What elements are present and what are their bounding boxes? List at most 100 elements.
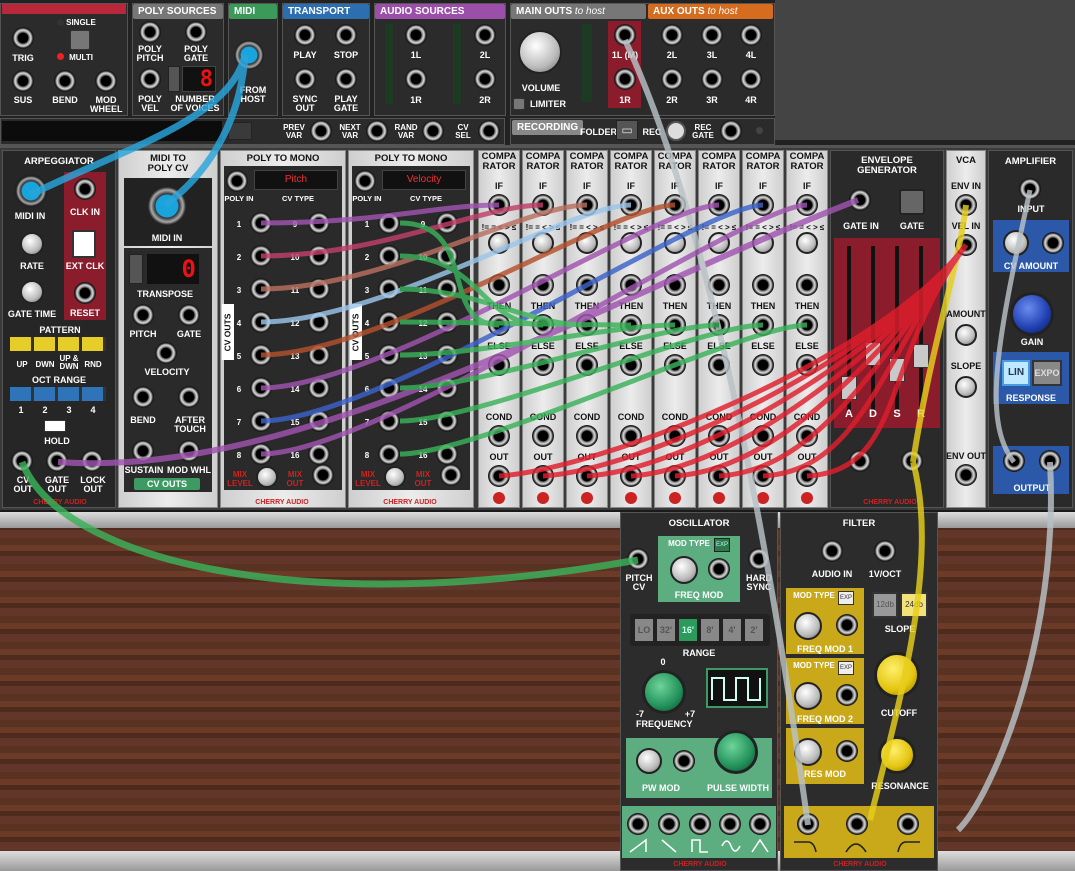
ext-clk-switch[interactable] [72, 230, 96, 258]
comp-out-jack[interactable] [532, 465, 554, 487]
comp-op-knob[interactable] [664, 232, 686, 254]
p2m-channel-jack[interactable] [250, 245, 272, 267]
vca-env-out-jack[interactable] [955, 464, 977, 486]
p2m-channel-jack[interactable] [436, 443, 458, 465]
p2m-channel-jack[interactable] [378, 311, 400, 333]
lin-button[interactable]: LIN [1002, 360, 1030, 386]
oct-range-buttons[interactable] [10, 387, 106, 401]
vca-vel-in-jack[interactable] [955, 234, 977, 256]
p2m-channel-jack[interactable] [378, 344, 400, 366]
comp-else-jack[interactable] [708, 354, 730, 376]
comp-cond-jack[interactable] [796, 425, 818, 447]
osc-rsaw-out-jack[interactable] [658, 813, 680, 835]
sync-out-jack[interactable] [294, 68, 316, 90]
decay-slider-handle[interactable] [865, 342, 881, 366]
comp-if-jack[interactable] [620, 194, 642, 216]
trig-jack[interactable] [12, 27, 34, 49]
p2m-channel-jack[interactable] [436, 344, 458, 366]
comp-op-knob[interactable] [532, 232, 554, 254]
p2m-channel-jack[interactable] [250, 311, 272, 333]
amp-output-r-jack[interactable] [1039, 450, 1061, 472]
arp-gate-out-jack[interactable] [46, 450, 68, 472]
p2m-channel-jack[interactable] [378, 278, 400, 300]
comp-b-jack[interactable] [620, 274, 642, 296]
comp-then-jack[interactable] [620, 314, 642, 336]
gate-time-knob[interactable] [20, 280, 44, 304]
p2m-channel-jack[interactable] [308, 344, 330, 366]
comp-out-jack[interactable] [488, 465, 510, 487]
env-gate-button[interactable] [899, 189, 925, 215]
audio-1l-jack[interactable] [405, 24, 427, 46]
pw-mod-jack[interactable] [673, 750, 695, 772]
p2m-channel-jack[interactable] [250, 212, 272, 234]
m2p-sustain-jack[interactable] [132, 440, 154, 462]
p2m-channel-jack[interactable] [378, 443, 400, 465]
comp-if-jack[interactable] [488, 194, 510, 216]
poly-gate-jack[interactable] [185, 21, 207, 43]
comp-then-jack[interactable] [488, 314, 510, 336]
comp-out-jack[interactable] [752, 465, 774, 487]
comp-b-jack[interactable] [576, 274, 598, 296]
p2m-mix-level-knob[interactable] [256, 466, 278, 488]
comp-cond-jack[interactable] [532, 425, 554, 447]
pw-mod-knob[interactable] [636, 748, 662, 774]
range-button[interactable]: LO [634, 618, 654, 642]
comp-b-jack[interactable] [752, 274, 774, 296]
comp-b-jack[interactable] [664, 274, 686, 296]
gain-knob[interactable] [1010, 292, 1054, 336]
p2m-channel-jack[interactable] [250, 344, 272, 366]
freq-mod1-exp-button[interactable]: EXP [838, 591, 854, 605]
vca-slope-knob[interactable] [955, 376, 977, 398]
freq-mod2-exp-button[interactable]: EXP [838, 661, 854, 675]
m2p-velocity-jack[interactable] [155, 342, 177, 364]
slope-12db-button[interactable]: 12db [872, 592, 898, 618]
p2m-channel-jack[interactable] [250, 410, 272, 432]
m2p-pitch-jack[interactable] [132, 304, 154, 326]
p2m-channel-jack[interactable] [308, 245, 330, 267]
comp-else-jack[interactable] [576, 354, 598, 376]
osc-tri-out-jack[interactable] [749, 813, 771, 835]
p2m-channel-jack[interactable] [436, 245, 458, 267]
comp-cond-jack[interactable] [708, 425, 730, 447]
comp-cond-jack[interactable] [620, 425, 642, 447]
comp-else-jack[interactable] [796, 354, 818, 376]
poly-vel-jack[interactable] [139, 68, 161, 90]
p2m-channel-jack[interactable] [378, 245, 400, 267]
sus-jack[interactable] [12, 70, 34, 92]
single-multi-button[interactable] [70, 30, 90, 50]
comp-else-jack[interactable] [620, 354, 642, 376]
resonance-knob[interactable] [878, 736, 916, 774]
osc-hard-sync-jack[interactable] [748, 548, 770, 570]
range-button[interactable]: 8' [700, 618, 720, 642]
env-inv-out-jack[interactable] [849, 450, 871, 472]
mod-wheel-jack[interactable] [95, 70, 117, 92]
res-mod-knob[interactable] [794, 738, 822, 766]
osc-pitch-cv-jack[interactable] [627, 548, 649, 570]
p2m-channel-jack[interactable] [308, 278, 330, 300]
next-var-jack[interactable] [366, 120, 388, 142]
aux-2r-jack[interactable] [661, 68, 683, 90]
m2p-bend-jack[interactable] [132, 386, 154, 408]
comp-b-jack[interactable] [488, 274, 510, 296]
osc-saw-out-jack[interactable] [627, 813, 649, 835]
pulse-width-knob[interactable] [714, 730, 758, 774]
release-slider[interactable] [912, 246, 930, 410]
comp-if-jack[interactable] [708, 194, 730, 216]
freq-mod2-knob[interactable] [794, 682, 822, 710]
comp-if-jack[interactable] [664, 194, 686, 216]
clk-in-jack[interactable] [74, 178, 96, 200]
comp-op-knob[interactable] [488, 232, 510, 254]
comp-then-jack[interactable] [576, 314, 598, 336]
variations-arrow[interactable] [228, 122, 252, 140]
p2m-poly-in-jack[interactable] [354, 170, 376, 192]
p2m-channel-jack[interactable] [436, 212, 458, 234]
cv-amount-knob[interactable] [1003, 230, 1029, 256]
aux-4l-jack[interactable] [740, 24, 762, 46]
env-gate-in-jack[interactable] [849, 189, 871, 211]
range-button[interactable]: 16' [678, 618, 698, 642]
release-slider-handle[interactable] [913, 344, 929, 368]
filter-hp-out-jack[interactable] [897, 813, 919, 835]
range-button[interactable]: 32' [656, 618, 676, 642]
attack-slider[interactable] [840, 246, 858, 410]
filter-lp-out-jack[interactable] [797, 813, 819, 835]
